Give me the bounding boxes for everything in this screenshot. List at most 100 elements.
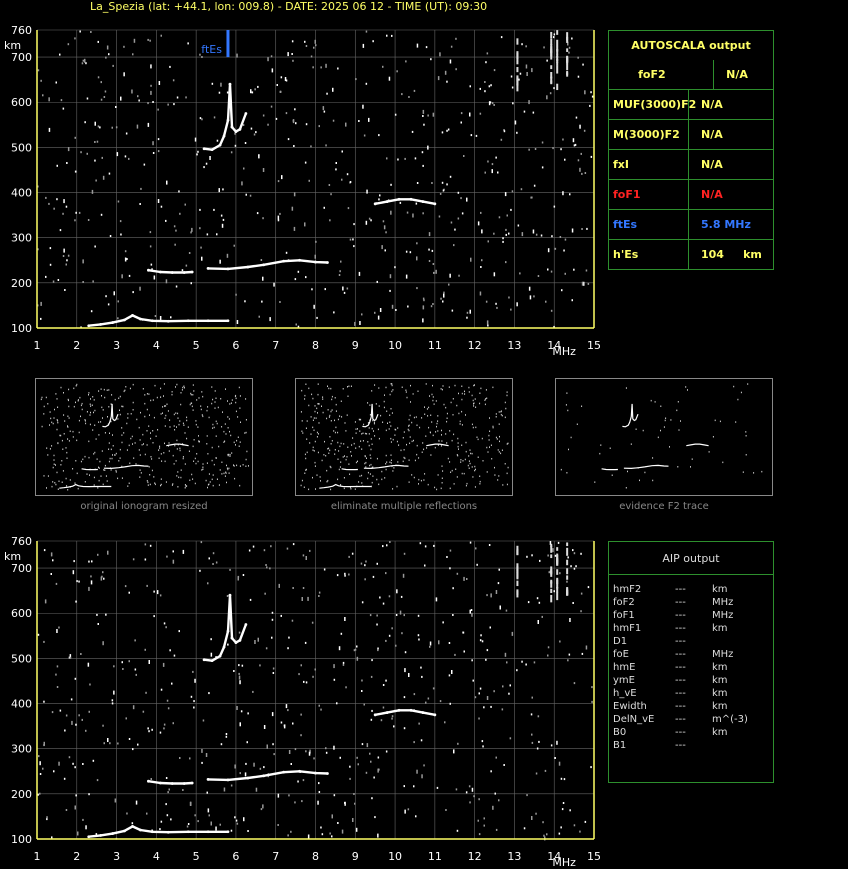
noise-dot (74, 805, 76, 810)
caption-eliminate: eliminate multiple reflections (330, 501, 478, 512)
thumb-noise (160, 483, 162, 486)
noise-dot (40, 79, 42, 82)
noise-dot (120, 96, 122, 101)
noise-dot (254, 640, 256, 644)
thumb-noise (437, 430, 439, 432)
noise-dot (549, 92, 552, 95)
thumb-noise (461, 398, 463, 401)
noise-dot (442, 621, 444, 624)
noise-dot (502, 685, 504, 688)
noise-dot (269, 317, 271, 322)
thumb-noise (409, 442, 411, 444)
noise-dot (525, 45, 527, 48)
noise-dot (48, 97, 50, 102)
trace-point (131, 824, 134, 828)
noise-dot (466, 316, 468, 319)
thumb-noise (128, 444, 130, 447)
noise-dot (529, 295, 532, 300)
thumb-noise (389, 461, 391, 463)
noise-dot (226, 253, 229, 258)
noise-dot (131, 822, 134, 825)
noise-dot (202, 719, 205, 722)
noise-dot (317, 800, 319, 805)
thumb-noise (41, 396, 43, 399)
noise-dot (431, 249, 434, 252)
noise-dot (279, 301, 281, 303)
noise-dot (403, 552, 406, 555)
noise-dot (377, 833, 379, 838)
noise-dot (234, 764, 236, 769)
thumb-noise (436, 425, 437, 428)
noise-dot (348, 573, 350, 576)
noise-dot (331, 814, 333, 819)
noise-dot (276, 84, 278, 86)
thumb-noise (207, 486, 208, 489)
aip-value: --- (675, 649, 686, 660)
thumb-noise (306, 451, 308, 454)
thumb-noise (175, 412, 177, 414)
noise-dot (413, 741, 415, 744)
noise-dot (487, 160, 489, 163)
noise-dot (536, 597, 539, 600)
noise-dot (74, 219, 76, 222)
thumb-noise (93, 411, 94, 414)
thumb-noise (128, 482, 130, 484)
noise-dot (103, 742, 105, 745)
noise-dot (516, 131, 518, 134)
noise-streak (550, 71, 553, 79)
thumb-noise (469, 449, 471, 451)
trace-point (210, 148, 214, 152)
noise-dot (123, 45, 125, 48)
thumb-noise (208, 416, 210, 419)
noise-dot (480, 634, 482, 637)
noise-dot (97, 553, 99, 556)
thumb-noise (226, 481, 227, 484)
noise-dot (205, 162, 208, 165)
noise-dot (99, 126, 101, 129)
noise-dot (323, 568, 326, 571)
noise-dot (42, 94, 44, 97)
noise-dot (329, 832, 331, 835)
noise-dot (223, 787, 226, 792)
thumb-noise (60, 434, 62, 437)
noise-dot (385, 572, 387, 575)
thumb-noise (411, 421, 413, 424)
noise-dot (199, 208, 201, 211)
noise-dot (250, 89, 252, 94)
trace-point (170, 271, 174, 274)
aip-value: --- (675, 662, 686, 673)
noise-dot (493, 272, 496, 277)
noise-dot (559, 572, 561, 575)
noise-dot (132, 748, 134, 751)
thumb-noise (300, 411, 302, 413)
thumb-noise (313, 429, 315, 431)
noise-dot (442, 189, 445, 192)
noise-dot (293, 145, 295, 147)
thumb-noise (461, 444, 463, 446)
thumb-noise (322, 411, 324, 414)
thumb-noise (226, 464, 227, 467)
noise-dot (71, 720, 73, 725)
noise-dot (554, 247, 557, 250)
thumb-noise (164, 417, 166, 419)
thumb-noise (202, 463, 204, 465)
x-tick-label: 11 (428, 850, 442, 863)
noise-dot (128, 591, 130, 594)
noise-dot (591, 686, 593, 689)
noise-dot (340, 632, 343, 635)
thumb-noise (105, 475, 107, 477)
thumb-noise (146, 408, 148, 411)
noise-dot (485, 658, 487, 661)
noise-dot (349, 181, 352, 183)
noise-dot (152, 152, 155, 154)
noise-dot (372, 40, 374, 43)
noise-dot (117, 317, 119, 320)
noise-dot (349, 765, 351, 768)
thumb-noise (304, 453, 306, 456)
noise-dot (490, 770, 492, 773)
noise-dot (411, 130, 414, 133)
thumb-noise (107, 416, 108, 418)
thumb-noise (396, 440, 398, 443)
noise-dot (206, 233, 209, 236)
thumb-noise (208, 483, 210, 485)
